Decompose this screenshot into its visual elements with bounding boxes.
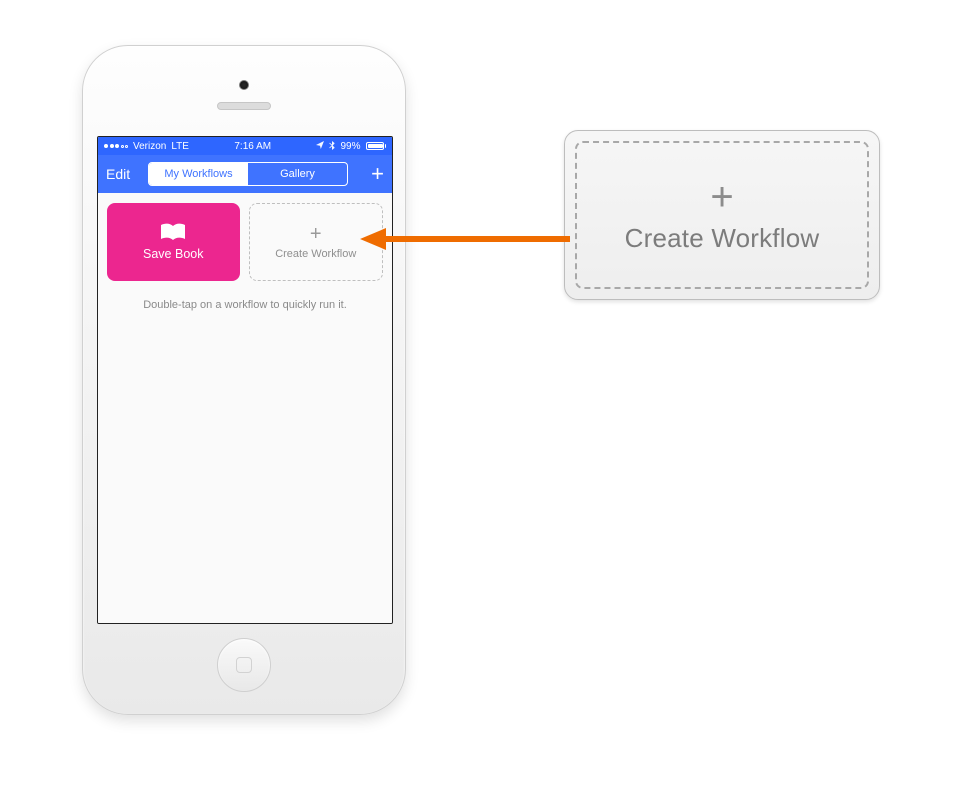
- iphone-frame: Verizon LTE 7:16 AM 99%: [82, 45, 406, 715]
- battery-percentage: 99%: [340, 141, 360, 152]
- edit-button[interactable]: Edit: [106, 166, 140, 182]
- create-workflow-callout-inner[interactable]: + Create Workflow: [575, 141, 869, 289]
- workflow-tile-savebook[interactable]: Save Book: [107, 203, 240, 281]
- create-workflow-callout: + Create Workflow: [564, 130, 880, 300]
- bluetooth-icon: [329, 141, 335, 152]
- plus-icon: +: [710, 177, 733, 217]
- tab-my-workflows[interactable]: My Workflows: [149, 163, 248, 185]
- create-workflow-callout-label: Create Workflow: [625, 223, 820, 254]
- plus-icon: +: [310, 224, 322, 244]
- battery-icon: [366, 142, 387, 150]
- carrier-label: Verizon: [133, 141, 166, 152]
- workflow-grid: Save Book + Create Workflow Double-tap o…: [98, 193, 392, 623]
- status-bar: Verizon LTE 7:16 AM 99%: [98, 137, 392, 155]
- hint-text: Double-tap on a workflow to quickly run …: [107, 299, 383, 311]
- navigation-bar: Edit My Workflows Gallery +: [98, 155, 392, 193]
- plus-icon: +: [371, 161, 384, 187]
- clock-label: 7:16 AM: [234, 141, 271, 152]
- signal-strength-icon: [104, 144, 128, 148]
- book-icon: [160, 223, 186, 243]
- phone-speaker: [217, 102, 271, 110]
- add-button[interactable]: +: [356, 161, 384, 187]
- view-segmented-control: My Workflows Gallery: [148, 162, 348, 186]
- network-label: LTE: [171, 141, 189, 152]
- workflow-tile-label: Save Book: [143, 247, 203, 261]
- home-button[interactable]: [217, 638, 271, 692]
- create-workflow-tile[interactable]: + Create Workflow: [249, 203, 384, 281]
- tab-gallery[interactable]: Gallery: [248, 163, 347, 185]
- create-workflow-label: Create Workflow: [275, 248, 356, 260]
- phone-screen: Verizon LTE 7:16 AM 99%: [97, 136, 393, 624]
- phone-camera: [239, 80, 249, 90]
- location-icon: [316, 141, 324, 151]
